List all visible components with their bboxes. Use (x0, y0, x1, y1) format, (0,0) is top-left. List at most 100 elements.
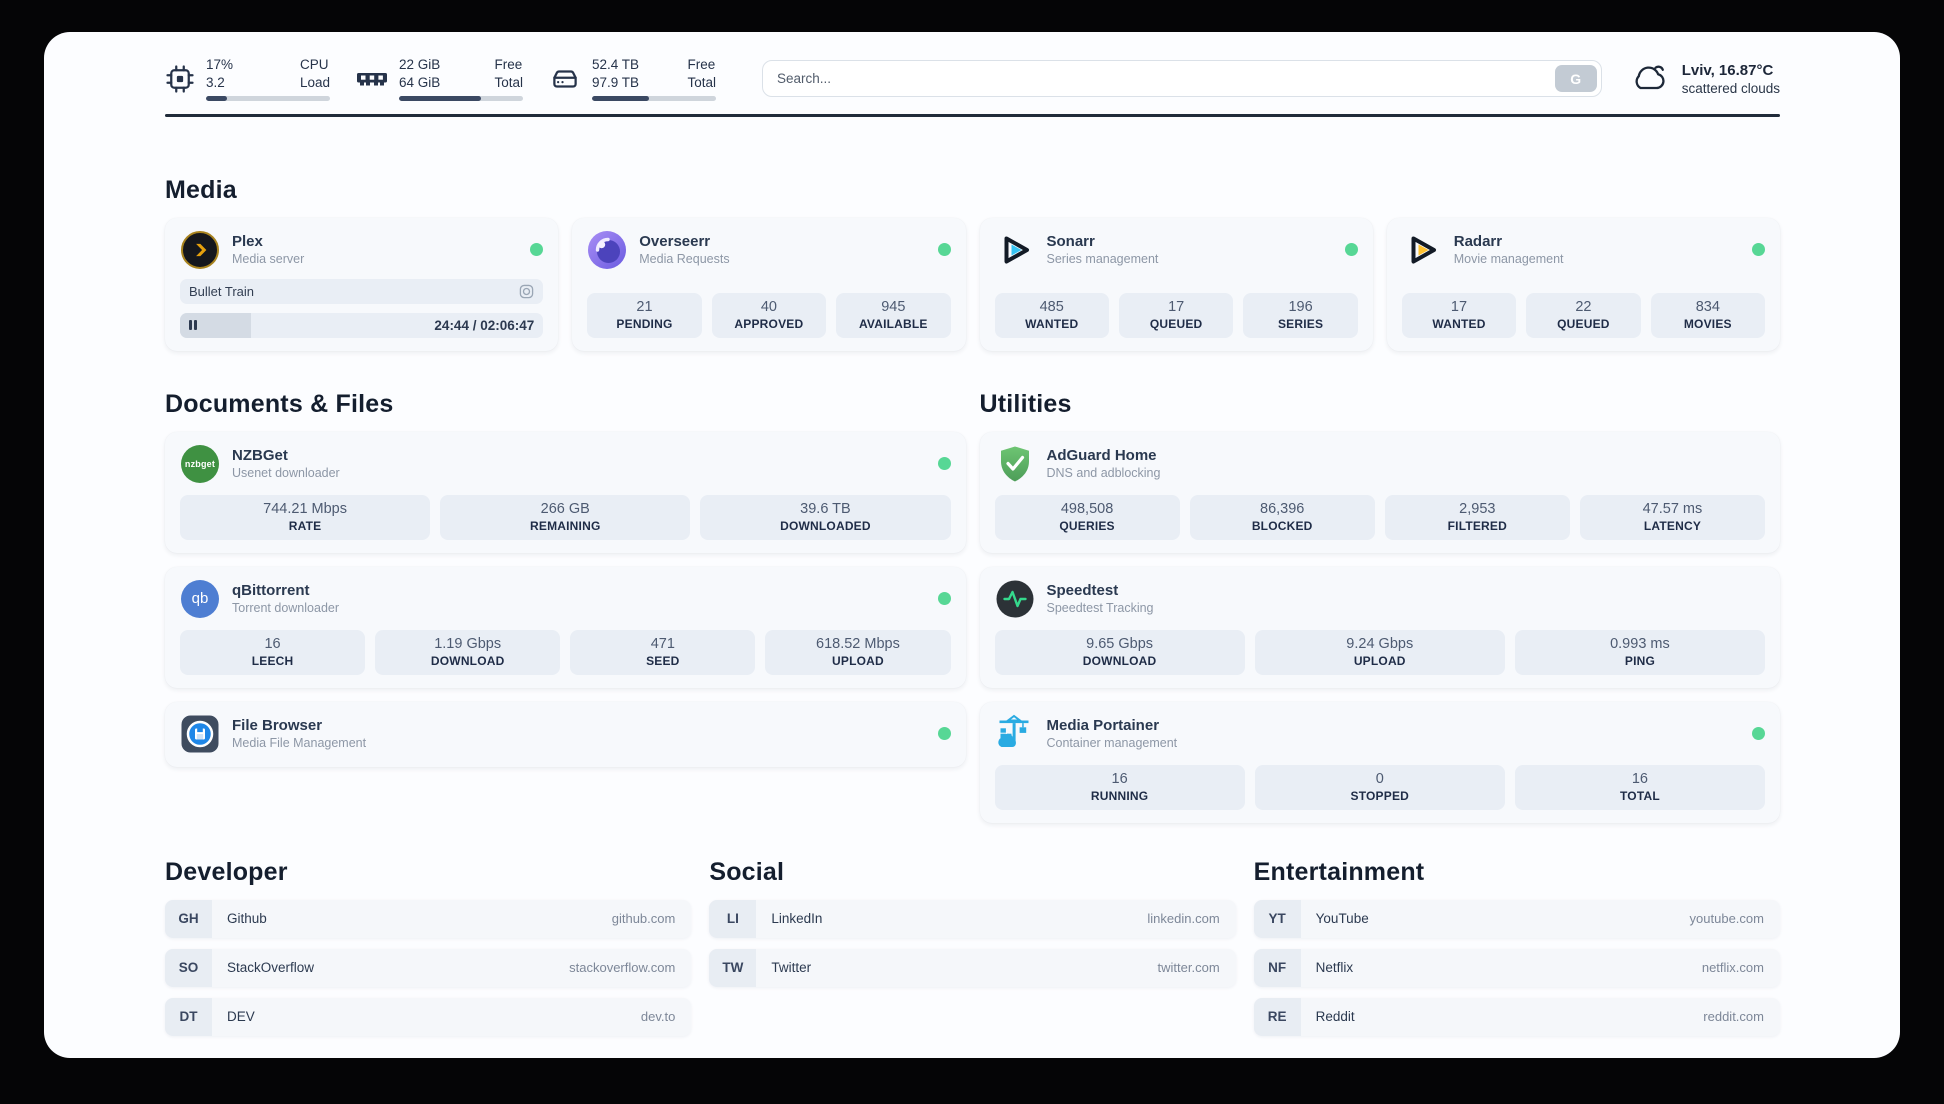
status-dot (1752, 243, 1765, 257)
cpu-percent: 17% (206, 57, 234, 72)
stat-box: 39.6 TB DOWNLOADED (700, 494, 951, 540)
bookmark-twitter[interactable]: TW Twitter twitter.com (709, 948, 1236, 987)
app-card-overseerr[interactable]: Overseerr Media Requests 21 PENDING 40 A… (572, 217, 966, 351)
cpu-load-value: 3.2 (206, 74, 225, 90)
stat-box: 17 WANTED (1401, 292, 1517, 338)
disk-total-label: Total (687, 74, 716, 90)
bookmark-reddit[interactable]: RE Reddit reddit.com (1253, 997, 1780, 1036)
stat-box: 9.65 Gbps DOWNLOAD (994, 629, 1245, 675)
weather-widget[interactable]: Lviv, 16.87°C scattered clouds (1628, 60, 1780, 98)
app-title: Plex (232, 233, 263, 251)
cloud-icon (1628, 60, 1670, 98)
now-playing-title: Bullet Train (189, 283, 255, 299)
app-desc: Container management (1046, 736, 1178, 751)
app-card-speedtest[interactable]: Speedtest Speedtest Tracking 9.65 Gbps D… (979, 566, 1780, 688)
cpu-label: CPU (299, 57, 329, 72)
app-desc: Media File Management (232, 736, 367, 751)
system-stats: 17% 3.2 CPU Load 22 GiB 64 GiB Free Tota… (165, 56, 716, 102)
bookmark-url: stackoverflow.com (569, 960, 676, 976)
app-card-adguard[interactable]: AdGuard Home DNS and adblocking 498,508 … (979, 431, 1780, 553)
ram-icon (356, 68, 388, 89)
status-dot (937, 243, 951, 257)
app-card-portainer[interactable]: Media Portainer Container management 16 … (979, 701, 1780, 823)
speedtest-icon (995, 579, 1035, 619)
bookmark-linkedin[interactable]: LI LinkedIn linkedin.com (709, 899, 1236, 938)
radarr-icon (1402, 230, 1442, 270)
status-dot (1752, 727, 1765, 741)
bookmark-name: StackOverflow (227, 960, 315, 976)
app-card-plex[interactable]: Plex Media server Bullet Train 24:44 / 0… (165, 217, 559, 351)
section-title-social: Social (709, 857, 785, 886)
bookmark-name: Github (227, 911, 267, 927)
stat-box: 0.993 ms PING (1514, 629, 1766, 675)
overseerr-icon (587, 230, 627, 270)
app-title: NZBGet (232, 447, 288, 465)
app-title: Radarr (1453, 233, 1503, 251)
header: 17% 3.2 CPU Load 22 GiB 64 GiB Free Tota… (165, 56, 1780, 102)
bookmark-url: linkedin.com (1147, 911, 1220, 927)
cpu-stat: 17% 3.2 CPU Load (165, 56, 330, 102)
status-dot (937, 457, 951, 471)
playback-progress-bar[interactable]: 24:44 / 02:06:47 (180, 312, 544, 338)
chip-icon (165, 64, 195, 94)
disk-stat: 52.4 TB 97.9 TB Free Total (549, 56, 716, 102)
cpu-load-label: Load (299, 74, 330, 90)
section-title-documents: Documents & Files (165, 389, 394, 418)
app-card-qbittorrent[interactable]: qb qBittorrent Torrent downloader 16 LEE… (165, 566, 966, 688)
pause-icon[interactable] (189, 320, 197, 331)
app-desc: Speedtest Tracking (1046, 601, 1154, 616)
stat-box: 40 APPROVED (711, 292, 827, 338)
app-title: AdGuard Home (1046, 447, 1157, 465)
bookmark-youtube[interactable]: YT YouTube youtube.com (1253, 899, 1780, 938)
video-icon (519, 284, 534, 299)
app-title: Overseerr (639, 233, 711, 251)
app-title: qBittorrent (232, 582, 310, 600)
documents-column: Documents & Files nzbget NZBGet Usenet d… (165, 389, 966, 767)
now-playing-row: Bullet Train (180, 278, 544, 304)
portainer-icon (995, 714, 1035, 754)
search-bar: G (762, 60, 1602, 98)
ram-free-label: Free (494, 57, 523, 72)
app-card-nzbget[interactable]: nzbget NZBGet Usenet downloader 744.21 M… (165, 431, 966, 553)
stat-box: 21 PENDING (587, 292, 702, 338)
section-title-entertainment: Entertainment (1253, 857, 1425, 886)
disk-free: 52.4 TB (592, 57, 640, 72)
playback-time: 24:44 / 02:06:47 (434, 317, 535, 333)
app-desc: Media server (232, 252, 305, 267)
bookmark-netflix[interactable]: NF Netflix netflix.com (1253, 948, 1780, 987)
bookmark-badge: TW (709, 948, 757, 987)
app-desc: DNS and adblocking (1046, 466, 1161, 481)
stat-box: 0 STOPPED (1254, 764, 1505, 810)
bookmark-dev[interactable]: DT DEV dev.to (165, 997, 692, 1036)
section-title-media: Media (165, 175, 237, 204)
bookmark-name: DEV (227, 1009, 255, 1025)
app-card-radarr[interactable]: Radarr Movie management 17 WANTED 22 QUE… (1386, 217, 1780, 351)
search-input[interactable] (762, 60, 1602, 98)
stat-box: 266 GB REMAINING (440, 494, 691, 540)
app-desc: Series management (1046, 252, 1159, 267)
bookmark-name: Reddit (1315, 1009, 1355, 1025)
bookmark-stackoverflow[interactable]: SO StackOverflow stackoverflow.com (165, 948, 692, 987)
bookmark-github[interactable]: GH Github github.com (165, 899, 692, 938)
stat-box: 471 SEED (570, 629, 756, 675)
bookmark-badge: DT (165, 997, 212, 1036)
status-dot (937, 592, 951, 606)
ram-total: 64 GiB (399, 74, 441, 90)
ram-stat: 22 GiB 64 GiB Free Total (356, 56, 523, 102)
app-card-sonarr[interactable]: Sonarr Series management 485 WANTED 17 Q… (979, 217, 1373, 351)
bookmark-url: youtube.com (1689, 911, 1764, 927)
app-desc: Torrent downloader (232, 601, 340, 616)
stat-box: 22 QUEUED (1526, 292, 1641, 338)
bookmark-badge: SO (165, 948, 212, 987)
search-engine-button[interactable]: G (1554, 65, 1597, 93)
bookmark-name: Netflix (1315, 960, 1354, 976)
status-dot (1344, 243, 1358, 257)
stat-box: 1.19 Gbps DOWNLOAD (375, 629, 561, 675)
nzbget-icon: nzbget (180, 444, 220, 484)
stat-box: 17 QUEUED (1118, 292, 1234, 338)
app-title: File Browser (232, 717, 323, 735)
utilities-column: Utilities AdGuard Home DNS and adblockin… (979, 389, 1780, 823)
app-title: Speedtest (1046, 582, 1119, 600)
app-card-filebrowser[interactable]: File Browser Media File Management (165, 701, 966, 767)
stat-box: 744.21 Mbps RATE (180, 494, 431, 540)
